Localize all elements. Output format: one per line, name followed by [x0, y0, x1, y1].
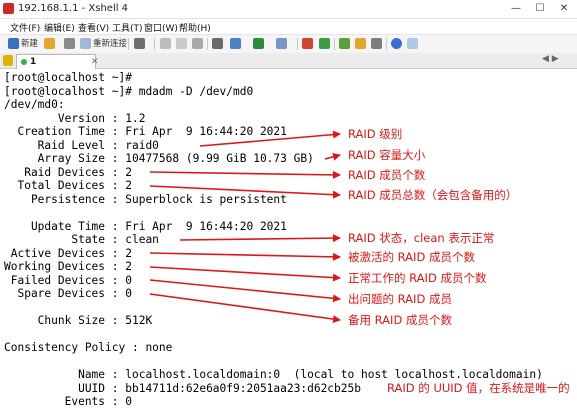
arrow-raid-level	[199, 130, 341, 147]
annotation-uuid: RAID 的 UUID 值，在系统是唯一的	[385, 380, 572, 396]
annotation-state: RAID 状态，clean 表示正常	[348, 231, 495, 245]
annotation-failed-devices: 出问题的 RAID 成员	[348, 292, 452, 306]
arrow-active-devices	[149, 252, 341, 261]
arrow-failed-devices	[149, 279, 341, 303]
annotation-raid-level: RAID 级别	[348, 127, 403, 141]
arrow-array-size	[324, 152, 341, 161]
arrow-raid-devices	[149, 170, 341, 179]
annotation-raid-devices: RAID 成员个数	[348, 168, 426, 182]
annotation-spare-devices: 备用 RAID 成员个数	[348, 313, 452, 327]
arrow-spare-devices	[149, 293, 341, 324]
annotation-active-devices: 被激活的 RAID 成员个数	[348, 250, 475, 264]
annotation-total-devices: RAID 成员总数（会包含备用的）	[348, 188, 518, 202]
annotation-working-devices: 正常工作的 RAID 成员个数	[348, 271, 487, 285]
arrow-total-devices	[149, 185, 341, 199]
arrow-working-devices	[149, 266, 341, 282]
arrow-state	[179, 234, 341, 243]
annotation-array-size: RAID 容量大小	[348, 148, 426, 162]
